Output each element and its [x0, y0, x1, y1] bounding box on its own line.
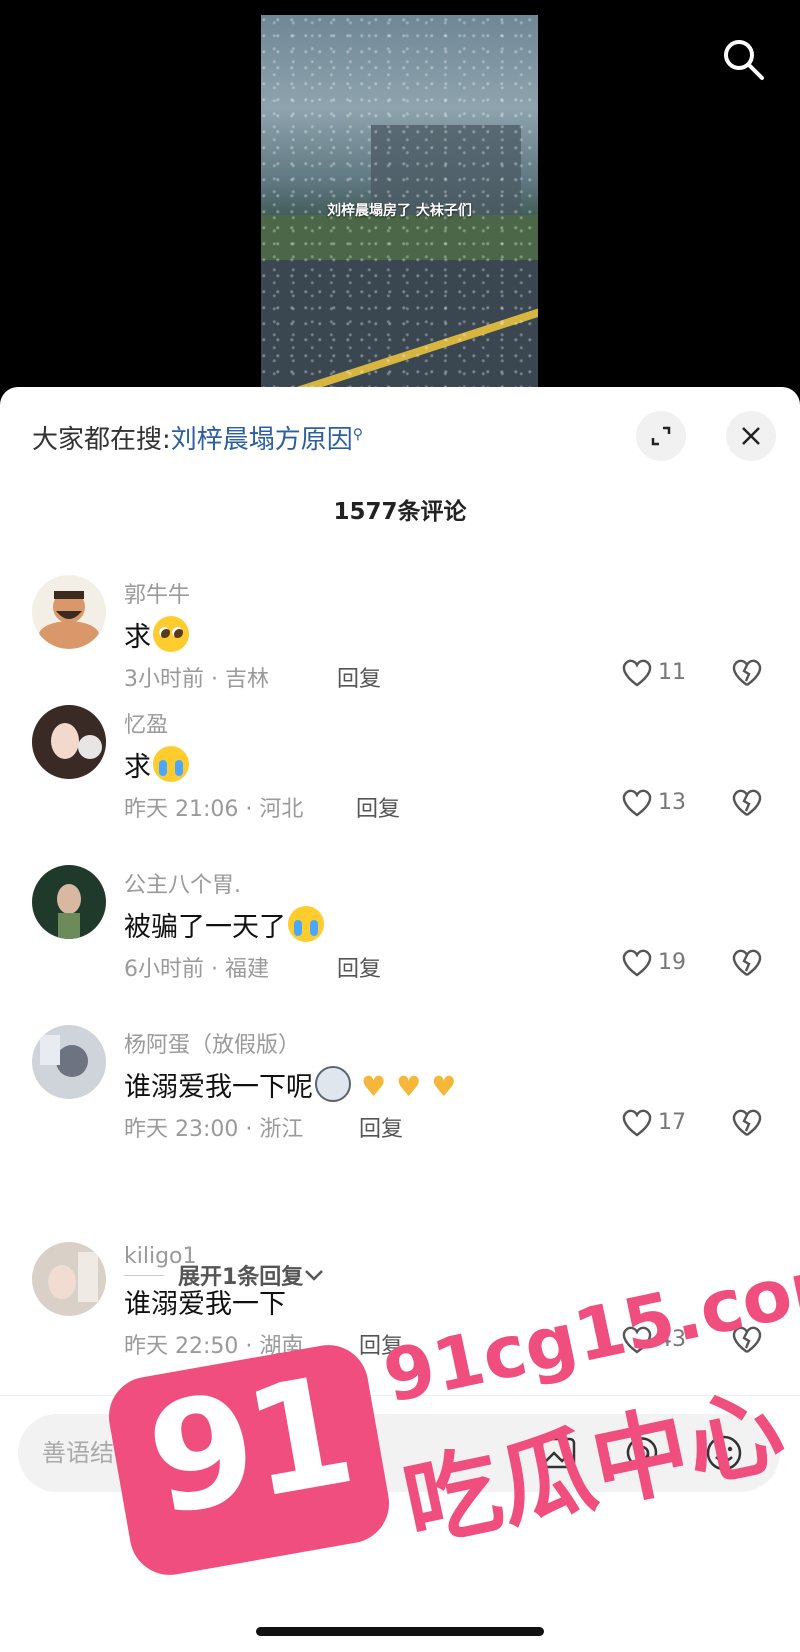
comment-body: 求 [124, 622, 151, 653]
comment-time-location: 3小时前 · 吉林 [124, 667, 269, 692]
reply-button[interactable]: 回复 [337, 951, 381, 983]
comment-text: 被骗了一天了 [124, 905, 324, 944]
photo-avatar-icon [32, 1025, 106, 1099]
comment-username[interactable]: 公主八个胃. [124, 867, 241, 899]
like-button[interactable]: 11 [620, 657, 686, 687]
reply-button[interactable]: 回复 [356, 791, 400, 823]
comment-body: 被骗了一天了 [124, 912, 286, 943]
broken-heart-icon[interactable] [730, 657, 764, 687]
comment-time-location: 昨天 23:00 · 浙江 [124, 1117, 304, 1142]
crying-face-icon [153, 746, 189, 782]
avatar[interactable] [32, 865, 106, 939]
comment-body: 求 [124, 752, 151, 783]
finger-heart-icon: ♥ [361, 1070, 387, 1103]
close-button[interactable] [726, 411, 776, 461]
heart-icon [622, 659, 652, 687]
like-button[interactable]: 17 [620, 1107, 686, 1137]
trending-prefix: 大家都在搜: [32, 425, 171, 455]
trending-search[interactable]: 大家都在搜:刘梓晨塌方原因⚲ [32, 419, 363, 456]
finger-heart-icon: ♥ [431, 1070, 457, 1103]
like-button[interactable]: 13 [620, 787, 686, 817]
photo-avatar-icon [32, 865, 106, 939]
photo-avatar-icon [32, 705, 106, 779]
like-button[interactable]: 19 [620, 947, 686, 977]
broken-heart-icon[interactable] [730, 1107, 764, 1137]
broken-heart-icon[interactable] [730, 787, 764, 817]
comment-text: 求 [124, 615, 189, 654]
comment-text: 谁溺爱我一下 [124, 1289, 286, 1320]
avatar[interactable] [32, 1242, 106, 1316]
search-icon[interactable] [720, 36, 766, 82]
comment-username[interactable]: 忆盈 [124, 707, 168, 739]
comment-username[interactable]: kiligo1 [124, 1244, 197, 1269]
like-count: 17 [658, 1109, 686, 1135]
reply-button[interactable]: 回复 [337, 661, 381, 693]
cartoon-avatar-icon [39, 591, 99, 649]
finger-heart-icon: ♥ [396, 1070, 422, 1103]
heart-icon [622, 1109, 652, 1137]
pleading-face-icon [153, 616, 189, 652]
close-icon [742, 427, 760, 445]
like-count: 13 [658, 789, 686, 815]
comment-item: 忆盈 求 昨天 21:06 · 河北 回复 13 [0, 705, 800, 845]
avatar[interactable] [32, 575, 106, 649]
like-count: 19 [658, 949, 686, 975]
video-player[interactable]: 刘梓晨塌房了 大袜子们 [261, 15, 538, 387]
video-caption: 刘梓晨塌房了 大袜子们 [327, 203, 472, 219]
home-indicator [256, 1627, 544, 1636]
comment-item: 公主八个胃. 被骗了一天了 6小时前 · 福建 回复 19 [0, 865, 800, 1005]
heart-icon [622, 789, 652, 817]
comment-text: 谁溺爱我一下呢 ♥ ♥ ♥ [124, 1065, 456, 1104]
comment-text: 求 [124, 745, 189, 784]
avatar[interactable] [32, 705, 106, 779]
crying-face-icon [288, 906, 324, 942]
photo-avatar-icon [32, 1242, 106, 1316]
comment-count: 1577条评论 [333, 499, 467, 525]
comment-username[interactable]: 郭牛牛 [124, 577, 190, 609]
comment-body: 谁溺爱我一下呢 [124, 1072, 313, 1103]
watermark-number: 91 [136, 1344, 361, 1550]
comment-item: 杨阿蛋（放假版） 谁溺爱我一下呢 ♥ ♥ ♥ 昨天 23:00 · 浙江 回复 17 [0, 1025, 800, 1165]
small-search-icon: ⚲ [352, 426, 364, 443]
expand-icon [651, 426, 671, 446]
husky-icon [315, 1066, 351, 1102]
comment-item: 郭牛牛 求 3小时前 · 吉林 回复 11 [0, 575, 800, 715]
fullscreen-button[interactable] [636, 411, 686, 461]
trending-keyword[interactable]: 刘梓晨塌方原因 [171, 425, 353, 455]
avatar[interactable] [32, 1025, 106, 1099]
heart-icon [622, 949, 652, 977]
broken-heart-icon[interactable] [730, 947, 764, 977]
comment-time-location: 昨天 21:06 · 河北 [124, 797, 304, 822]
comment-time-location: 6小时前 · 福建 [124, 957, 269, 982]
comment-username[interactable]: 杨阿蛋（放假版） [124, 1027, 300, 1059]
like-count: 11 [658, 659, 686, 685]
reply-button[interactable]: 回复 [359, 1111, 403, 1143]
